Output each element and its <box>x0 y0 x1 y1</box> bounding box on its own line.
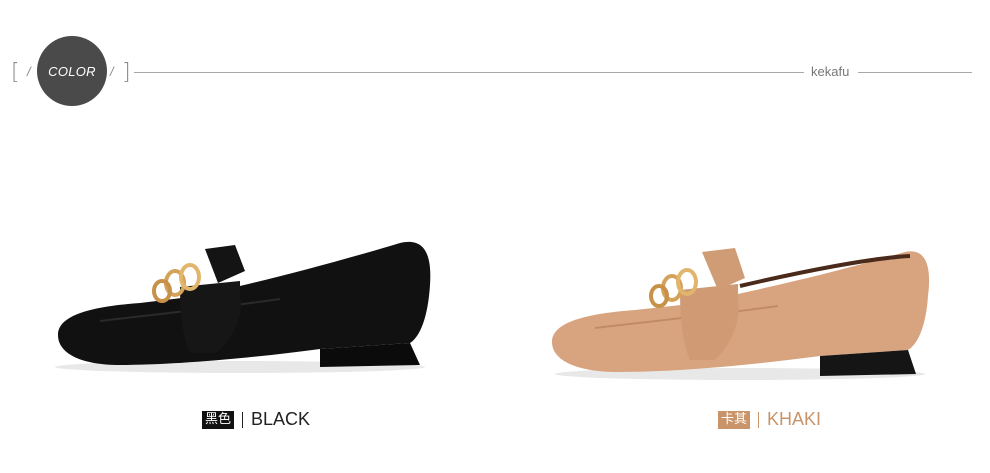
black-caption: 黑色 BLACK <box>202 409 310 430</box>
left-bracket: [ <box>11 60 20 85</box>
black-tag: 黑色 <box>202 410 235 429</box>
khaki-separator <box>758 411 760 428</box>
right-slash: / <box>110 64 114 79</box>
black-loafer-image <box>55 241 431 373</box>
left-slash: / <box>27 64 31 79</box>
header-rule-left <box>134 72 804 73</box>
section-header: [ / COLOR / ] kekafu <box>0 0 990 120</box>
khaki-caption: 卡其 KHAKI <box>718 409 821 430</box>
khaki-loafer-image <box>552 248 930 380</box>
right-bracket: ] <box>122 60 131 85</box>
black-label: BLACK <box>251 409 311 429</box>
header-rule-right <box>858 72 972 73</box>
khaki-tag: 卡其 <box>718 410 751 429</box>
brand-name: kekafu <box>811 64 850 79</box>
black-separator <box>242 411 244 428</box>
color-badge-label: COLOR <box>48 63 96 79</box>
khaki-label: KHAKI <box>767 409 822 429</box>
color-badge: COLOR <box>37 36 107 106</box>
